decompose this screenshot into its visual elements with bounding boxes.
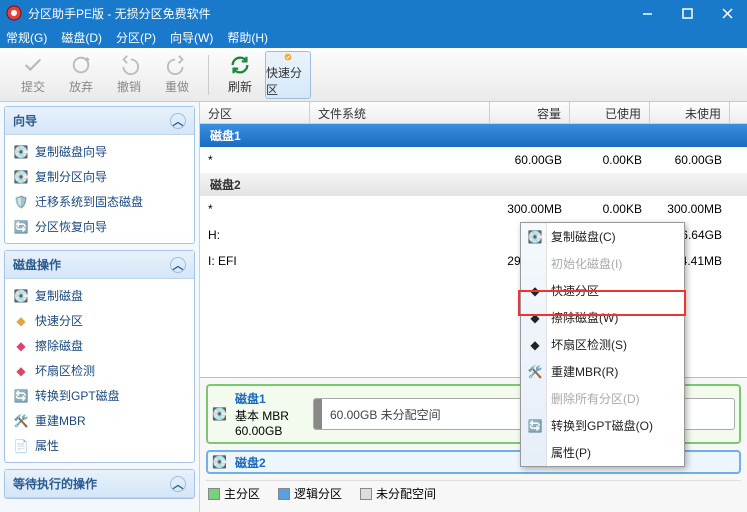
- disk-icon: 💽: [13, 288, 29, 304]
- window-buttons: [627, 0, 747, 26]
- sidebar-item-partition-recovery[interactable]: 🔄分区恢复向导: [7, 214, 192, 239]
- mbr-icon: 🛠️: [13, 413, 29, 429]
- sidebar: 向导︿ 💽复制磁盘向导 💽复制分区向导 🛡️迁移系统到固态磁盘 🔄分区恢复向导 …: [0, 102, 200, 512]
- menu-help[interactable]: 帮助(H): [227, 29, 268, 46]
- ctx-properties[interactable]: 属性(P): [521, 439, 684, 466]
- col-used[interactable]: 已使用: [570, 102, 650, 123]
- chevron-up-icon: ︿: [170, 476, 186, 492]
- sidebar-item-bad-sector[interactable]: ◆坏扇区检测: [7, 358, 192, 383]
- menu-partition[interactable]: 分区(P): [116, 29, 156, 46]
- ctx-copy-disk[interactable]: 💽复制磁盘(C): [521, 223, 684, 250]
- swatch-primary: [208, 488, 220, 500]
- col-capacity[interactable]: 容量: [490, 102, 570, 123]
- content-area: 分区 文件系统 容量 已使用 未使用 磁盘1 * 60.00GB 0.00KB …: [200, 102, 747, 512]
- shield-icon: 🛡️: [13, 194, 29, 210]
- swatch-unalloc: [360, 488, 372, 500]
- ctx-rebuild-mbr[interactable]: 🛠️重建MBR(R): [521, 358, 684, 385]
- wipe-icon: ◆: [527, 310, 543, 326]
- sidebar-item-wipe-disk[interactable]: ◆擦除磁盘: [7, 333, 192, 358]
- app-icon: [6, 5, 22, 21]
- ctx-convert-gpt[interactable]: 🔄转换到GPT磁盘(O): [521, 412, 684, 439]
- titlebar: 分区助手PE版 - 无损分区免费软件: [0, 0, 747, 26]
- diskops-panel-header[interactable]: 磁盘操作︿: [5, 251, 194, 279]
- sidebar-item-quick-partition[interactable]: ◆快速分区: [7, 308, 192, 333]
- pending-panel-header[interactable]: 等待执行的操作︿: [5, 470, 194, 498]
- ctx-delete-all: 删除所有分区(D): [521, 385, 684, 412]
- table-row[interactable]: * 60.00GB 0.00KB 60.00GB: [200, 147, 747, 173]
- disk-icon: 💽: [527, 229, 543, 245]
- mbr-icon: 🛠️: [527, 364, 543, 380]
- gpt-icon: 🔄: [13, 388, 29, 404]
- sidebar-item-copy-partition-wizard[interactable]: 💽复制分区向导: [7, 164, 192, 189]
- ctx-bad-sector[interactable]: ◆坏扇区检测(S): [521, 331, 684, 358]
- chevron-up-icon: ︿: [170, 257, 186, 273]
- ctx-wipe-disk[interactable]: ◆擦除磁盘(W): [521, 304, 684, 331]
- wizard-panel: 向导︿ 💽复制磁盘向导 💽复制分区向导 🛡️迁移系统到固态磁盘 🔄分区恢复向导: [4, 106, 195, 244]
- submit-button[interactable]: 提交: [10, 51, 56, 99]
- menu-wizard[interactable]: 向导(W): [170, 29, 213, 46]
- sidebar-item-migrate-ssd[interactable]: 🛡️迁移系统到固态磁盘: [7, 189, 192, 214]
- maximize-button[interactable]: [667, 0, 707, 26]
- redo-button[interactable]: 重做: [154, 51, 200, 99]
- table-row[interactable]: * 300.00MB0.00KB300.00MB: [200, 196, 747, 222]
- legend-primary: 主分区: [208, 485, 260, 502]
- sidebar-item-properties[interactable]: 📄属性: [7, 433, 192, 458]
- partition-copy-icon: 💽: [13, 169, 29, 185]
- sidebar-item-rebuild-mbr[interactable]: 🛠️重建MBR: [7, 408, 192, 433]
- disk-icon: 💽: [212, 407, 227, 421]
- sidebar-item-convert-gpt[interactable]: 🔄转换到GPT磁盘: [7, 383, 192, 408]
- undo-button[interactable]: 撤销: [106, 51, 152, 99]
- recovery-icon: 🔄: [13, 219, 29, 235]
- ctx-init-disk: 初始化磁盘(I): [521, 250, 684, 277]
- menu-general[interactable]: 常规(G): [6, 29, 47, 46]
- minimize-button[interactable]: [627, 0, 667, 26]
- bad-sector-icon: ◆: [13, 363, 29, 379]
- menu-disk[interactable]: 磁盘(D): [61, 29, 102, 46]
- refresh-button[interactable]: 刷新: [217, 51, 263, 99]
- legend: 主分区 逻辑分区 未分配空间: [206, 480, 741, 506]
- chevron-up-icon: ︿: [170, 113, 186, 129]
- bad-sector-icon: ◆: [527, 337, 543, 353]
- legend-unalloc: 未分配空间: [360, 485, 436, 502]
- disk-copy-icon: 💽: [13, 144, 29, 160]
- legend-logical: 逻辑分区: [278, 485, 342, 502]
- disk-icon: 💽: [212, 455, 227, 469]
- wizard-panel-header[interactable]: 向导︿: [5, 107, 194, 135]
- col-filesystem[interactable]: 文件系统: [310, 102, 490, 123]
- col-partition[interactable]: 分区: [200, 102, 310, 123]
- menubar: 常规(G) 磁盘(D) 分区(P) 向导(W) 帮助(H): [0, 26, 747, 48]
- window-title: 分区助手PE版 - 无损分区免费软件: [28, 5, 627, 22]
- properties-icon: 📄: [13, 438, 29, 454]
- sidebar-item-copy-disk-wizard[interactable]: 💽复制磁盘向导: [7, 139, 192, 164]
- wipe-icon: ◆: [13, 338, 29, 354]
- toolbar-separator: [208, 55, 209, 95]
- pending-panel: 等待执行的操作︿: [4, 469, 195, 499]
- context-menu: 💽复制磁盘(C) 初始化磁盘(I) ◆快速分区 ◆擦除磁盘(W) ◆坏扇区检测(…: [520, 222, 685, 467]
- disk1-header[interactable]: 磁盘1: [200, 124, 747, 147]
- swatch-logical: [278, 488, 290, 500]
- diskops-panel: 磁盘操作︿ 💽复制磁盘 ◆快速分区 ◆擦除磁盘 ◆坏扇区检测 🔄转换到GPT磁盘…: [4, 250, 195, 463]
- close-button[interactable]: [707, 0, 747, 26]
- col-unused[interactable]: 未使用: [650, 102, 730, 123]
- toolbar: 提交 放弃 撤销 重做 刷新 快速分区: [0, 48, 747, 102]
- quick-partition-button[interactable]: 快速分区: [265, 51, 311, 99]
- discard-button[interactable]: 放弃: [58, 51, 104, 99]
- gpt-icon: 🔄: [527, 418, 543, 434]
- sidebar-item-copy-disk[interactable]: 💽复制磁盘: [7, 283, 192, 308]
- partition-icon: ◆: [13, 313, 29, 329]
- table-header: 分区 文件系统 容量 已使用 未使用: [200, 102, 747, 124]
- ctx-quick-partition[interactable]: ◆快速分区: [521, 277, 684, 304]
- disk2-header[interactable]: 磁盘2: [200, 173, 747, 196]
- partition-icon: ◆: [527, 283, 543, 299]
